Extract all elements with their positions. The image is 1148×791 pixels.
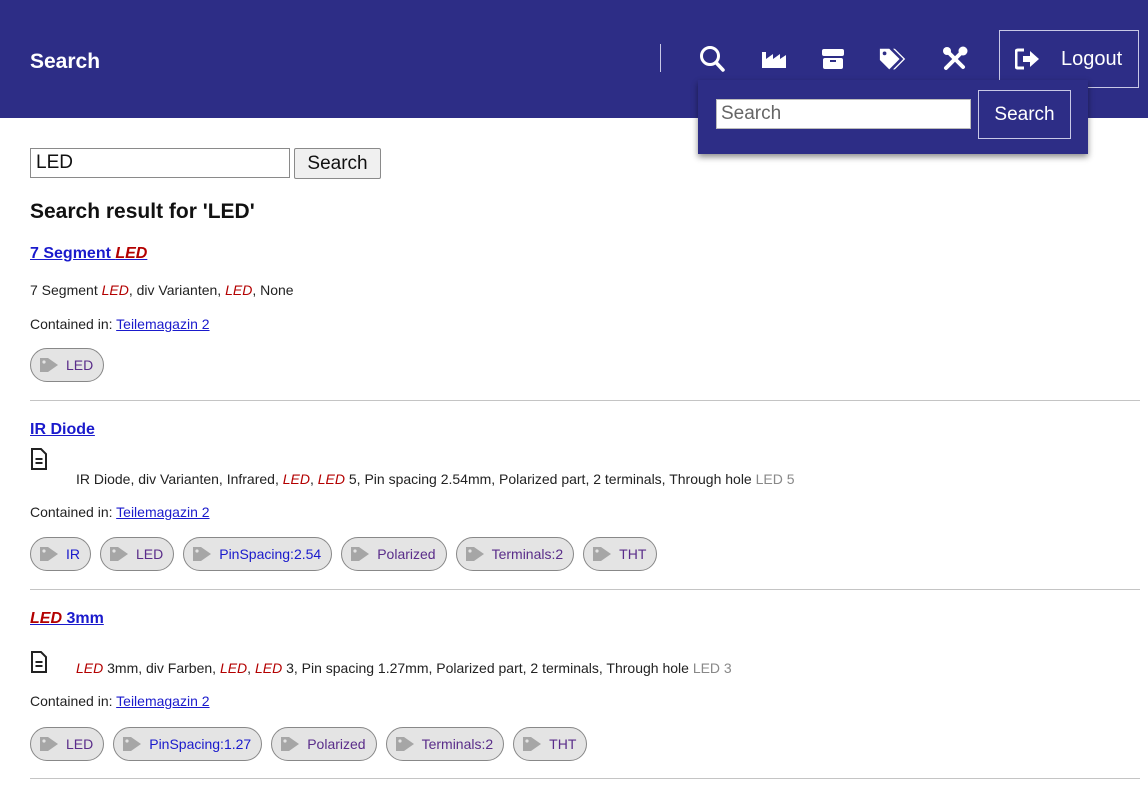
contained-in: Contained in: Teilemagazin 2: [30, 316, 210, 332]
tag-chip[interactable]: THT: [513, 727, 588, 761]
result-description: IR Diode, div Varianten, Infrared, LED, …: [76, 471, 795, 487]
header-divider: [660, 44, 661, 72]
tag-chip[interactable]: LED: [30, 348, 105, 382]
tag-chip[interactable]: PinSpacing:2.54: [183, 537, 333, 571]
result-item: IR Diode IR Diode, div Varianten, Infrar…: [30, 420, 1140, 571]
tools-icon[interactable]: [940, 43, 970, 75]
tag-icon: [109, 546, 129, 562]
tag-chip[interactable]: Terminals:2: [385, 727, 505, 761]
tag-icon: [39, 357, 59, 373]
container-link[interactable]: Teilemagazin 2: [116, 316, 209, 332]
logout-label: Logout: [1061, 47, 1123, 70]
tag-chip[interactable]: THT: [583, 537, 658, 571]
tags-icon[interactable]: [878, 43, 908, 75]
tag-chip[interactable]: Polarized: [271, 727, 377, 761]
search-icon[interactable]: [697, 43, 727, 75]
header-search-input[interactable]: [716, 99, 971, 129]
search-input[interactable]: [30, 148, 290, 178]
tag-chip[interactable]: IR: [30, 537, 91, 571]
container-link[interactable]: Teilemagazin 2: [116, 504, 209, 520]
result-divider: [30, 400, 1140, 401]
result-description: LED 3mm, div Farben, LED, LED 3, Pin spa…: [76, 660, 732, 676]
result-item: 7 Segment LED 7 Segment LED, div Variant…: [30, 244, 1140, 382]
tag-list: LED: [30, 348, 105, 382]
tag-chip[interactable]: LED: [30, 727, 105, 761]
tag-icon: [39, 546, 59, 562]
contained-in: Contained in: Teilemagazin 2: [30, 693, 210, 709]
tag-chip[interactable]: PinSpacing:1.27: [113, 727, 263, 761]
results-heading: Search result for 'LED': [30, 200, 255, 223]
factory-icon[interactable]: [759, 43, 789, 75]
search-button[interactable]: Search: [294, 148, 381, 179]
tag-icon: [39, 736, 59, 752]
tag-chip[interactable]: LED: [100, 537, 175, 571]
result-title-link[interactable]: LED 3mm: [30, 609, 104, 629]
tag-chip[interactable]: Terminals:2: [455, 537, 575, 571]
tag-icon: [350, 546, 370, 562]
header-search-dropdown: Search: [698, 80, 1088, 154]
box-icon[interactable]: [818, 43, 848, 75]
document-icon: [30, 651, 48, 678]
tag-icon: [592, 546, 612, 562]
result-title-link[interactable]: 7 Segment LED: [30, 244, 147, 264]
result-title-link[interactable]: IR Diode: [30, 420, 95, 440]
tag-icon: [522, 736, 542, 752]
tag-icon: [465, 546, 485, 562]
tag-list: IR LED PinSpacing:2.54 Polarized Termina…: [30, 537, 658, 571]
tag-icon: [122, 736, 142, 752]
tag-list: LED PinSpacing:1.27 Polarized Terminals:…: [30, 727, 588, 761]
result-item: LED 3mm LED 3mm, div Farben, LED, LED 3,…: [30, 609, 1140, 761]
page-title: Search: [30, 50, 101, 73]
header-search-button[interactable]: Search: [978, 90, 1071, 139]
sign-out-icon: [1015, 48, 1041, 70]
result-description: 7 Segment LED, div Varianten, LED, None: [30, 282, 294, 298]
tag-icon: [395, 736, 415, 752]
tag-icon: [280, 736, 300, 752]
result-divider: [30, 778, 1140, 779]
document-icon: [30, 448, 48, 475]
contained-in: Contained in: Teilemagazin 2: [30, 504, 210, 520]
tag-chip[interactable]: Polarized: [341, 537, 447, 571]
tag-icon: [192, 546, 212, 562]
container-link[interactable]: Teilemagazin 2: [116, 693, 209, 709]
result-divider: [30, 589, 1140, 590]
